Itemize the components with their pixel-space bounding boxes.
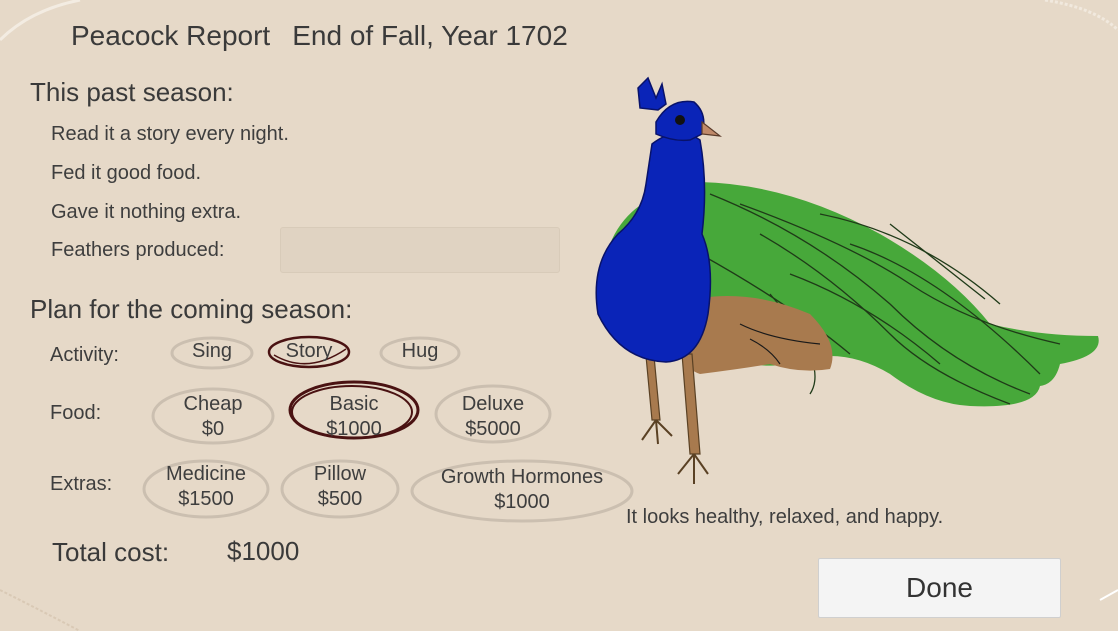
extras-option-pillow[interactable]: Pillow $500: [280, 455, 400, 519]
peacock-illustration: [595, 76, 1099, 484]
total-cost-value: $1000: [227, 536, 300, 566]
food-option-basic-label: Basic: [329, 393, 379, 415]
past-extras-line: Gave it nothing extra.: [51, 201, 242, 223]
extras-option-medicine[interactable]: Medicine $1500: [142, 455, 270, 519]
activity-option-sing-label: Sing: [191, 340, 233, 362]
feathers-produced-label: Feathers produced:: [51, 239, 225, 261]
past-season-heading: This past season:: [30, 77, 234, 107]
extras-option-medicine-price: $1500: [178, 488, 234, 510]
food-option-basic-price: $1000: [326, 418, 382, 440]
activity-option-story[interactable]: Story: [267, 335, 351, 371]
total-cost-label: Total cost:: [52, 537, 170, 567]
feathers-produced-field: [280, 227, 560, 273]
activity-option-sing[interactable]: Sing: [170, 336, 254, 370]
report-title: Peacock Report End of Fall, Year 1702: [71, 20, 568, 52]
food-label: Food:: [50, 402, 102, 424]
food-option-deluxe-label: Deluxe: [461, 393, 525, 415]
activity-option-story-label: Story: [285, 340, 333, 362]
report-period: End of Fall, Year 1702: [292, 20, 568, 51]
activity-label: Activity:: [50, 344, 119, 366]
extras-option-medicine-label: Medicine: [165, 463, 247, 485]
plan-heading: Plan for the coming season:: [30, 294, 353, 324]
food-option-deluxe[interactable]: Deluxe $5000: [434, 380, 552, 444]
done-button[interactable]: Done: [818, 558, 1061, 618]
activity-option-hug[interactable]: Hug: [379, 336, 461, 370]
peacock-status-text: It looks healthy, relaxed, and happy.: [626, 506, 944, 528]
past-food-line: Fed it good food.: [51, 162, 202, 184]
activity-option-hug-label: Hug: [401, 340, 439, 362]
extras-option-pillow-price: $500: [317, 488, 363, 510]
food-option-cheap[interactable]: Cheap $0: [151, 384, 275, 445]
food-option-deluxe-price: $5000: [465, 418, 521, 440]
food-option-basic[interactable]: Basic $1000: [288, 378, 420, 444]
past-activity-line: Read it a story every night.: [51, 123, 289, 145]
food-option-cheap-price: $0: [201, 418, 225, 440]
report-title-label: Peacock Report: [71, 20, 271, 51]
extras-option-pillow-label: Pillow: [313, 463, 367, 485]
extras-label: Extras:: [50, 473, 113, 495]
food-option-cheap-label: Cheap: [183, 393, 243, 415]
